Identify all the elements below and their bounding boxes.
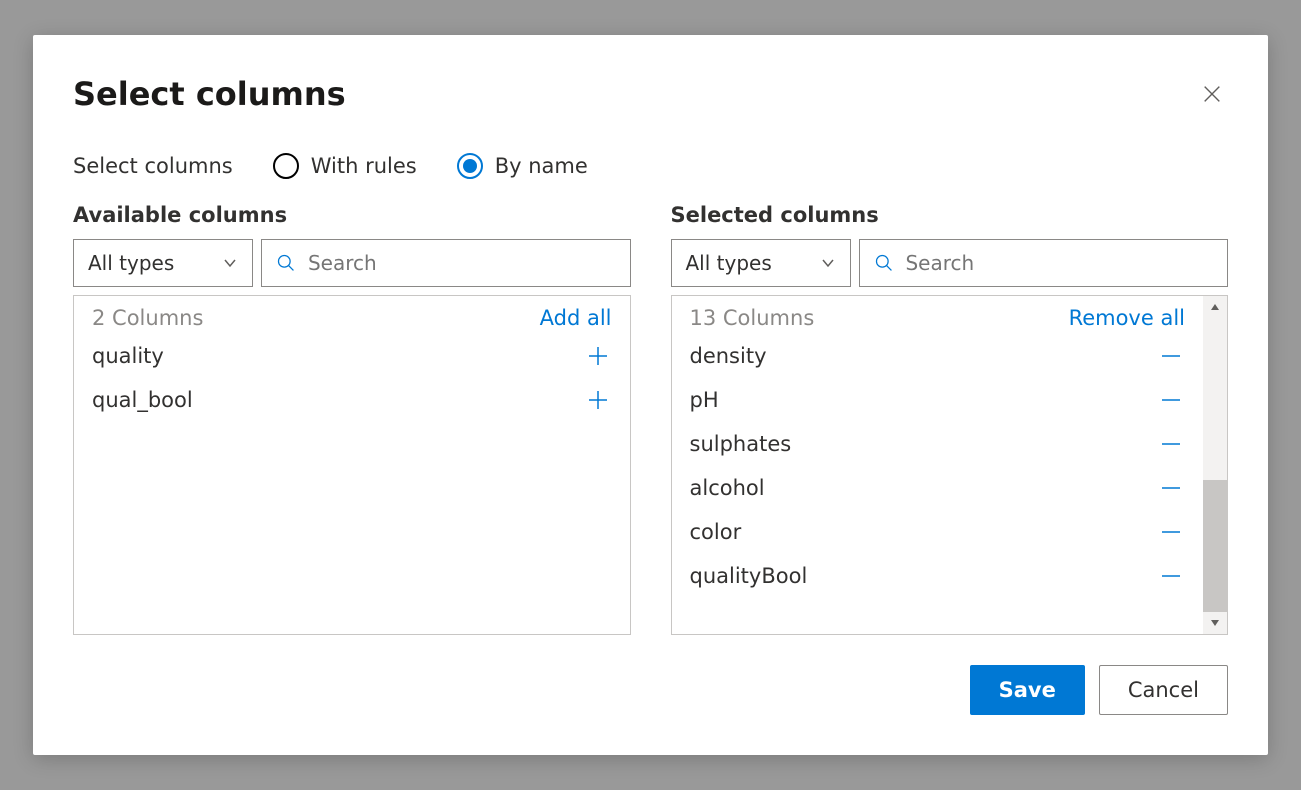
- search-icon: [874, 252, 894, 274]
- selected-type-select[interactable]: All types: [671, 239, 851, 287]
- minus-icon: [1159, 476, 1183, 500]
- available-columns-panel: Available columns All types 2 Columns Ad…: [73, 203, 631, 635]
- list-item: color: [690, 510, 1186, 554]
- remove-item-button[interactable]: [1157, 430, 1185, 458]
- plus-icon: [586, 388, 610, 412]
- radio-label-text: By name: [495, 154, 588, 178]
- available-search-input[interactable]: [308, 251, 616, 275]
- cancel-button[interactable]: Cancel: [1099, 665, 1228, 715]
- item-label: color: [690, 520, 742, 544]
- item-label: pH: [690, 388, 719, 412]
- type-select-value: All types: [686, 251, 772, 275]
- radio-icon: [273, 153, 299, 179]
- list-item: pH: [690, 378, 1186, 422]
- selected-filter-row: All types: [671, 239, 1229, 287]
- scroll-down-button[interactable]: [1203, 612, 1227, 634]
- close-button[interactable]: [1196, 78, 1228, 110]
- available-type-select[interactable]: All types: [73, 239, 253, 287]
- chevron-down-icon: [820, 255, 836, 271]
- radio-label-text: With rules: [311, 154, 417, 178]
- item-label: density: [690, 344, 767, 368]
- list-item: qual_bool: [92, 378, 612, 422]
- triangle-up-icon: [1210, 302, 1220, 312]
- list-item: alcohol: [690, 466, 1186, 510]
- plus-icon: [586, 344, 610, 368]
- add-item-button[interactable]: [584, 386, 612, 414]
- save-button[interactable]: Save: [970, 665, 1085, 715]
- selected-search-input[interactable]: [905, 251, 1213, 275]
- scroll-track[interactable]: [1203, 318, 1227, 612]
- selected-count: 13 Columns: [690, 306, 815, 330]
- item-label: sulphates: [690, 432, 792, 456]
- available-count: 2 Columns: [92, 306, 203, 330]
- minus-icon: [1159, 344, 1183, 368]
- list-item: density: [690, 334, 1186, 378]
- item-label: alcohol: [690, 476, 765, 500]
- remove-item-button[interactable]: [1157, 518, 1185, 546]
- radio-icon: [457, 153, 483, 179]
- available-list: 2 Columns Add all quality qual_bool: [73, 295, 631, 635]
- radio-group-label: Select columns: [73, 154, 233, 178]
- remove-all-button[interactable]: Remove all: [1069, 306, 1185, 330]
- minus-icon: [1159, 388, 1183, 412]
- selected-columns-panel: Selected columns All types 13 Columns Re…: [671, 203, 1229, 635]
- triangle-down-icon: [1210, 618, 1220, 628]
- selected-search-box[interactable]: [859, 239, 1229, 287]
- add-all-button[interactable]: Add all: [540, 306, 612, 330]
- radio-with-rules[interactable]: With rules: [273, 153, 417, 179]
- add-item-button[interactable]: [584, 342, 612, 370]
- available-search-box[interactable]: [261, 239, 631, 287]
- list-item: quality: [92, 334, 612, 378]
- item-label: quality: [92, 344, 164, 368]
- available-filter-row: All types: [73, 239, 631, 287]
- modal-footer: Save Cancel: [73, 665, 1228, 715]
- selected-list: 13 Columns Remove all density pH sulphat…: [671, 295, 1229, 635]
- list-item: qualityBool: [690, 554, 1186, 598]
- available-title: Available columns: [73, 203, 631, 227]
- select-columns-modal: Select columns Select columns With rules…: [33, 35, 1268, 755]
- radio-by-name[interactable]: By name: [457, 153, 588, 179]
- scroll-up-button[interactable]: [1203, 296, 1227, 318]
- scroll-thumb[interactable]: [1203, 480, 1227, 612]
- available-list-header: 2 Columns Add all: [92, 306, 612, 330]
- type-select-value: All types: [88, 251, 174, 275]
- item-label: qualityBool: [690, 564, 808, 588]
- scrollbar[interactable]: [1203, 296, 1227, 634]
- close-icon: [1201, 83, 1223, 105]
- minus-icon: [1159, 564, 1183, 588]
- selection-mode-radio-group: Select columns With rules By name: [73, 153, 1228, 179]
- search-icon: [276, 252, 296, 274]
- chevron-down-icon: [222, 255, 238, 271]
- selected-list-header: 13 Columns Remove all: [690, 306, 1186, 330]
- modal-title: Select columns: [73, 75, 346, 113]
- selected-list-inner: 13 Columns Remove all density pH sulphat…: [672, 296, 1204, 634]
- radio-dot-icon: [463, 159, 477, 173]
- list-item: sulphates: [690, 422, 1186, 466]
- selected-title: Selected columns: [671, 203, 1229, 227]
- remove-item-button[interactable]: [1157, 562, 1185, 590]
- remove-item-button[interactable]: [1157, 342, 1185, 370]
- remove-item-button[interactable]: [1157, 474, 1185, 502]
- available-list-inner: 2 Columns Add all quality qual_bool: [74, 296, 630, 634]
- remove-item-button[interactable]: [1157, 386, 1185, 414]
- minus-icon: [1159, 432, 1183, 456]
- minus-icon: [1159, 520, 1183, 544]
- modal-header: Select columns: [73, 75, 1228, 113]
- columns-container: Available columns All types 2 Columns Ad…: [73, 203, 1228, 635]
- item-label: qual_bool: [92, 388, 193, 412]
